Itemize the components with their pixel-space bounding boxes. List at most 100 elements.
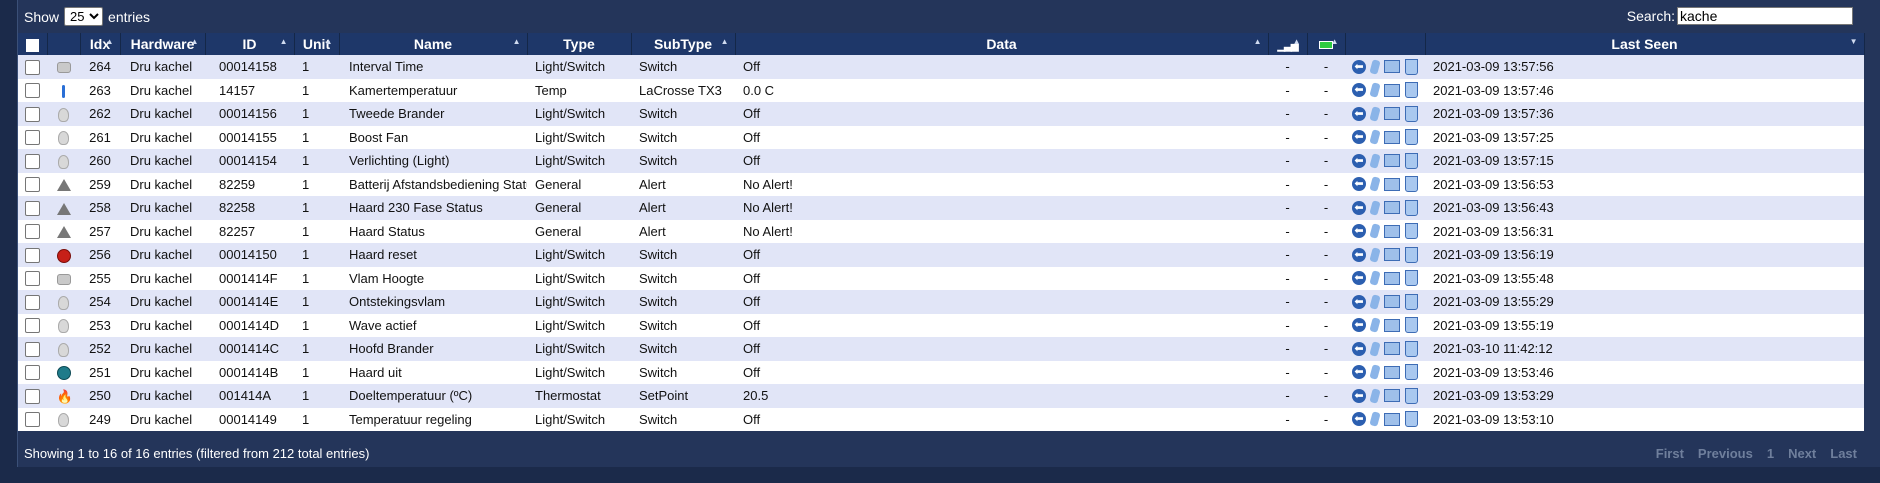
- row-checkbox[interactable]: [25, 388, 40, 404]
- first-page-button[interactable]: First: [1656, 446, 1684, 461]
- log-icon[interactable]: [1384, 130, 1400, 144]
- delete-icon[interactable]: [1405, 270, 1418, 287]
- edit-icon[interactable]: [1369, 246, 1381, 263]
- edit-icon[interactable]: [1369, 364, 1381, 381]
- row-checkbox[interactable]: [25, 247, 40, 263]
- row-checkbox[interactable]: [25, 177, 40, 193]
- log-icon[interactable]: [1384, 154, 1400, 168]
- delete-icon[interactable]: [1405, 176, 1418, 193]
- table-row[interactable]: 254 Dru kachel 0001414E 1 Ontstekingsvlam Lig…: [18, 290, 1864, 314]
- table-row[interactable]: 259 Dru kachel 82259 1 Batterij Afstandsbedi…: [18, 172, 1864, 196]
- replace-icon[interactable]: ⬅: [1352, 388, 1366, 403]
- table-row[interactable]: 256 Dru kachel 00014150 1 Haard reset Light/S…: [18, 243, 1864, 267]
- replace-icon[interactable]: ⬅: [1352, 224, 1366, 239]
- delete-icon[interactable]: [1405, 105, 1418, 122]
- table-row[interactable]: 252 Dru kachel 0001414C 1 Hoofd Brander Light…: [18, 337, 1864, 361]
- edit-icon[interactable]: [1369, 152, 1381, 169]
- row-checkbox[interactable]: [25, 83, 40, 99]
- replace-icon[interactable]: ⬅: [1352, 247, 1366, 262]
- edit-icon[interactable]: [1369, 105, 1381, 122]
- replace-icon[interactable]: ⬅: [1352, 130, 1366, 145]
- delete-icon[interactable]: [1405, 223, 1418, 240]
- replace-icon[interactable]: ⬅: [1352, 318, 1366, 333]
- log-icon[interactable]: [1384, 295, 1400, 309]
- table-row[interactable]: 261 Dru kachel 00014155 1 Boost Fan Light/Swi…: [18, 125, 1864, 149]
- replace-icon[interactable]: ⬅: [1352, 153, 1366, 168]
- delete-icon[interactable]: [1405, 58, 1418, 75]
- row-checkbox[interactable]: [25, 59, 40, 75]
- previous-page-button[interactable]: Previous: [1698, 446, 1753, 461]
- replace-icon[interactable]: ⬅: [1352, 294, 1366, 309]
- log-icon[interactable]: [1384, 224, 1400, 238]
- table-row[interactable]: 263 Dru kachel 14157 1 Kamertemperatuur Temp L…: [18, 78, 1864, 102]
- table-row[interactable]: 258 Dru kachel 82258 1 Haard 230 Fase Status…: [18, 196, 1864, 220]
- log-icon[interactable]: [1384, 201, 1400, 215]
- log-icon[interactable]: [1384, 83, 1400, 97]
- table-row[interactable]: 257 Dru kachel 82257 1 Haard Status General Al…: [18, 219, 1864, 243]
- row-checkbox[interactable]: [25, 106, 40, 122]
- select-all-header[interactable]: [18, 33, 48, 55]
- col-last-seen[interactable]: Last Seen ▼: [1425, 33, 1865, 55]
- col-idx[interactable]: Idx ▲: [80, 33, 121, 55]
- edit-icon[interactable]: [1369, 411, 1381, 428]
- delete-icon[interactable]: [1405, 129, 1418, 146]
- row-checkbox[interactable]: [25, 412, 40, 428]
- log-icon[interactable]: [1384, 177, 1400, 191]
- delete-icon[interactable]: [1405, 199, 1418, 216]
- edit-icon[interactable]: [1369, 270, 1381, 287]
- last-page-button[interactable]: Last: [1830, 446, 1857, 461]
- col-hardware[interactable]: Hardware ▲: [120, 33, 206, 55]
- row-checkbox[interactable]: [25, 130, 40, 146]
- next-page-button[interactable]: Next: [1788, 446, 1816, 461]
- row-checkbox[interactable]: [25, 341, 40, 357]
- delete-icon[interactable]: [1405, 411, 1418, 428]
- row-checkbox[interactable]: [25, 200, 40, 216]
- edit-icon[interactable]: [1369, 293, 1381, 310]
- col-name[interactable]: Name ▲: [339, 33, 528, 55]
- log-icon[interactable]: [1384, 412, 1400, 426]
- table-row[interactable]: 249 Dru kachel 00014149 1 Temperatuur regeli…: [18, 407, 1864, 431]
- delete-icon[interactable]: [1405, 387, 1418, 404]
- entries-select[interactable]: 25: [64, 7, 104, 26]
- row-checkbox[interactable]: [25, 224, 40, 240]
- log-icon[interactable]: [1384, 107, 1400, 121]
- edit-icon[interactable]: [1369, 176, 1381, 193]
- row-checkbox[interactable]: [25, 318, 40, 334]
- col-signal[interactable]: ▁▃▅ ▲: [1268, 33, 1308, 55]
- table-row[interactable]: 255 Dru kachel 0001414F 1 Vlam Hoogte Light/S…: [18, 266, 1864, 290]
- col-type[interactable]: Type: [527, 33, 632, 55]
- edit-icon[interactable]: [1369, 199, 1381, 216]
- col-unit[interactable]: Unit ▲: [294, 33, 340, 55]
- replace-icon[interactable]: ⬅: [1352, 83, 1366, 98]
- table-row[interactable]: 253 Dru kachel 0001414D 1 Wave actief Light/S…: [18, 313, 1864, 337]
- log-icon[interactable]: [1384, 60, 1400, 74]
- delete-icon[interactable]: [1405, 317, 1418, 334]
- edit-icon[interactable]: [1369, 223, 1381, 240]
- row-checkbox[interactable]: [25, 271, 40, 287]
- replace-icon[interactable]: ⬅: [1352, 341, 1366, 356]
- log-icon[interactable]: [1384, 248, 1400, 262]
- delete-icon[interactable]: [1405, 152, 1418, 169]
- delete-icon[interactable]: [1405, 364, 1418, 381]
- table-row[interactable]: 🔥 250 Dru kachel 001414A 1 Doeltemperatuur (º…: [18, 384, 1864, 408]
- delete-icon[interactable]: [1405, 82, 1418, 99]
- edit-icon[interactable]: [1369, 58, 1381, 75]
- replace-icon[interactable]: ⬅: [1352, 412, 1366, 427]
- replace-icon[interactable]: ⬅: [1352, 106, 1366, 121]
- log-icon[interactable]: [1384, 389, 1400, 403]
- row-checkbox[interactable]: [25, 153, 40, 169]
- replace-icon[interactable]: ⬅: [1352, 200, 1366, 215]
- replace-icon[interactable]: ⬅: [1352, 59, 1366, 74]
- table-row[interactable]: 264 Dru kachel 00014158 1 Interval Time Light…: [18, 55, 1864, 79]
- col-id[interactable]: ID ▲: [205, 33, 295, 55]
- edit-icon[interactable]: [1369, 82, 1381, 99]
- edit-icon[interactable]: [1369, 387, 1381, 404]
- delete-icon[interactable]: [1405, 246, 1418, 263]
- replace-icon[interactable]: ⬅: [1352, 271, 1366, 286]
- log-icon[interactable]: [1384, 365, 1400, 379]
- table-row[interactable]: 251 Dru kachel 0001414B 1 Haard uit Light/Swi…: [18, 360, 1864, 384]
- replace-icon[interactable]: ⬅: [1352, 177, 1366, 192]
- table-row[interactable]: 262 Dru kachel 00014156 1 Tweede Brander Ligh…: [18, 102, 1864, 126]
- select-all-checkbox[interactable]: [25, 38, 39, 52]
- delete-icon[interactable]: [1405, 293, 1418, 310]
